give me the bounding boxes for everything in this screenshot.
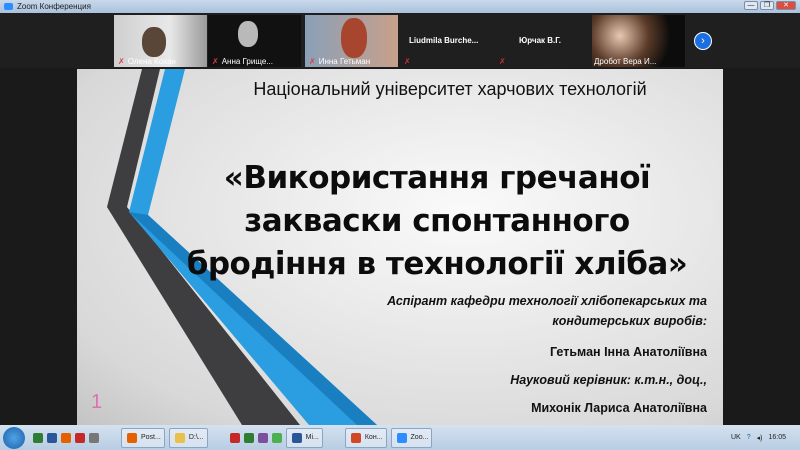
title-line: бродіння в технології хліба» (186, 246, 688, 282)
participant-tile[interactable]: ✗ Олена Кохан (114, 15, 207, 67)
window-title: Zoom Конференция (17, 2, 91, 11)
system-tray: UK ? ◂) 16:05 (731, 434, 800, 442)
minimize-button[interactable]: — (744, 1, 758, 10)
participant-name: Инна Гетьман (318, 57, 371, 66)
start-button[interactable] (3, 426, 25, 449)
app-icon[interactable] (229, 432, 240, 443)
app-icon[interactable] (75, 432, 85, 443)
advisor-name: Михонік Лариса Анатоліївна (531, 401, 707, 415)
volume-icon[interactable]: ◂) (757, 434, 763, 442)
language-indicator[interactable]: UK (731, 434, 741, 441)
firefox-icon (127, 432, 137, 443)
mic-muted-icon: ✗ (118, 57, 125, 66)
taskbar-button-explorer[interactable]: D:\... (168, 427, 208, 448)
role-text-2: кондитерських виробів: (552, 314, 707, 328)
firefox-icon[interactable] (61, 432, 71, 443)
video-feed (142, 27, 166, 57)
word-icon[interactable] (47, 432, 57, 443)
help-icon[interactable]: ? (747, 434, 751, 441)
mic-muted-icon: ✗ (499, 57, 506, 66)
taskbar-label: Post... (141, 434, 161, 441)
mic-muted-icon: ✗ (212, 57, 219, 66)
title-line: закваски спонтанного (244, 203, 630, 239)
video-feed (238, 21, 258, 47)
slide-title: «Використання гречаної закваски спонтанн… (167, 157, 707, 286)
advisor-label: Науковий керівник: к.т.н., доц., (510, 373, 707, 387)
taskbar-button-zoom[interactable]: Zoo... (390, 427, 433, 448)
video-feed (341, 18, 367, 58)
author-name: Гетьман Інна Анатоліївна (549, 345, 707, 359)
presentation-slide: Національний університет харчових технол… (77, 69, 723, 425)
title-line: «Використання гречаної (223, 160, 651, 196)
taskbar-button-firefox[interactable]: Post... (121, 427, 165, 448)
window-titlebar: Zoom Конференция — ❐ ✕ (0, 0, 800, 13)
mic-muted-icon: ✗ (309, 57, 316, 66)
maximize-button[interactable]: ❐ (760, 1, 774, 10)
next-page-button[interactable]: › (694, 32, 712, 50)
powerpoint-icon (350, 432, 361, 443)
university-name: Національний університет харчових технол… (253, 79, 647, 99)
participant-name: Дробот Вера И... (594, 57, 657, 66)
taskbar-label: D:\... (188, 434, 204, 441)
participant-name[interactable]: Юрчак В.Г. (519, 36, 561, 45)
mic-muted-icon: ✗ (404, 57, 411, 66)
taskbar-label: Zoo... (410, 434, 429, 441)
participant-tile[interactable]: ✗ Инна Гетьман (305, 15, 398, 67)
viber-icon[interactable] (257, 432, 268, 443)
participant-name[interactable]: Liudmila Burche... (409, 36, 478, 45)
folder-icon (174, 432, 185, 443)
slide-number: 1 (91, 391, 103, 413)
zoom-icon (396, 432, 407, 443)
app-icon[interactable] (89, 432, 99, 443)
taskbar-label: Mi... (305, 434, 319, 441)
participant-name: Анна Грище... (221, 57, 273, 66)
word-icon (291, 432, 302, 443)
excel-icon[interactable] (243, 432, 254, 443)
zoom-logo-icon (4, 3, 13, 10)
taskbar: Post... D:\... Mi... Кон... Zoo... UK ? … (0, 425, 800, 450)
taskbar-button-powerpoint[interactable]: Кон... (344, 427, 387, 448)
excel-icon[interactable] (33, 432, 43, 443)
participant-tile[interactable]: ✗ Анна Грище... (208, 15, 301, 67)
participant-tile[interactable]: Дробот Вера И... (592, 15, 685, 67)
taskbar-label: Кон... (364, 434, 383, 441)
participant-name: Олена Кохан (127, 57, 176, 66)
clock[interactable]: 16:05 (768, 434, 786, 441)
chrome-icon[interactable] (271, 432, 282, 443)
close-button[interactable]: ✕ (776, 1, 796, 10)
role-text: Аспірант кафедри технології хлібопекарсь… (387, 294, 707, 308)
taskbar-button-word[interactable]: Mi... (285, 427, 323, 448)
